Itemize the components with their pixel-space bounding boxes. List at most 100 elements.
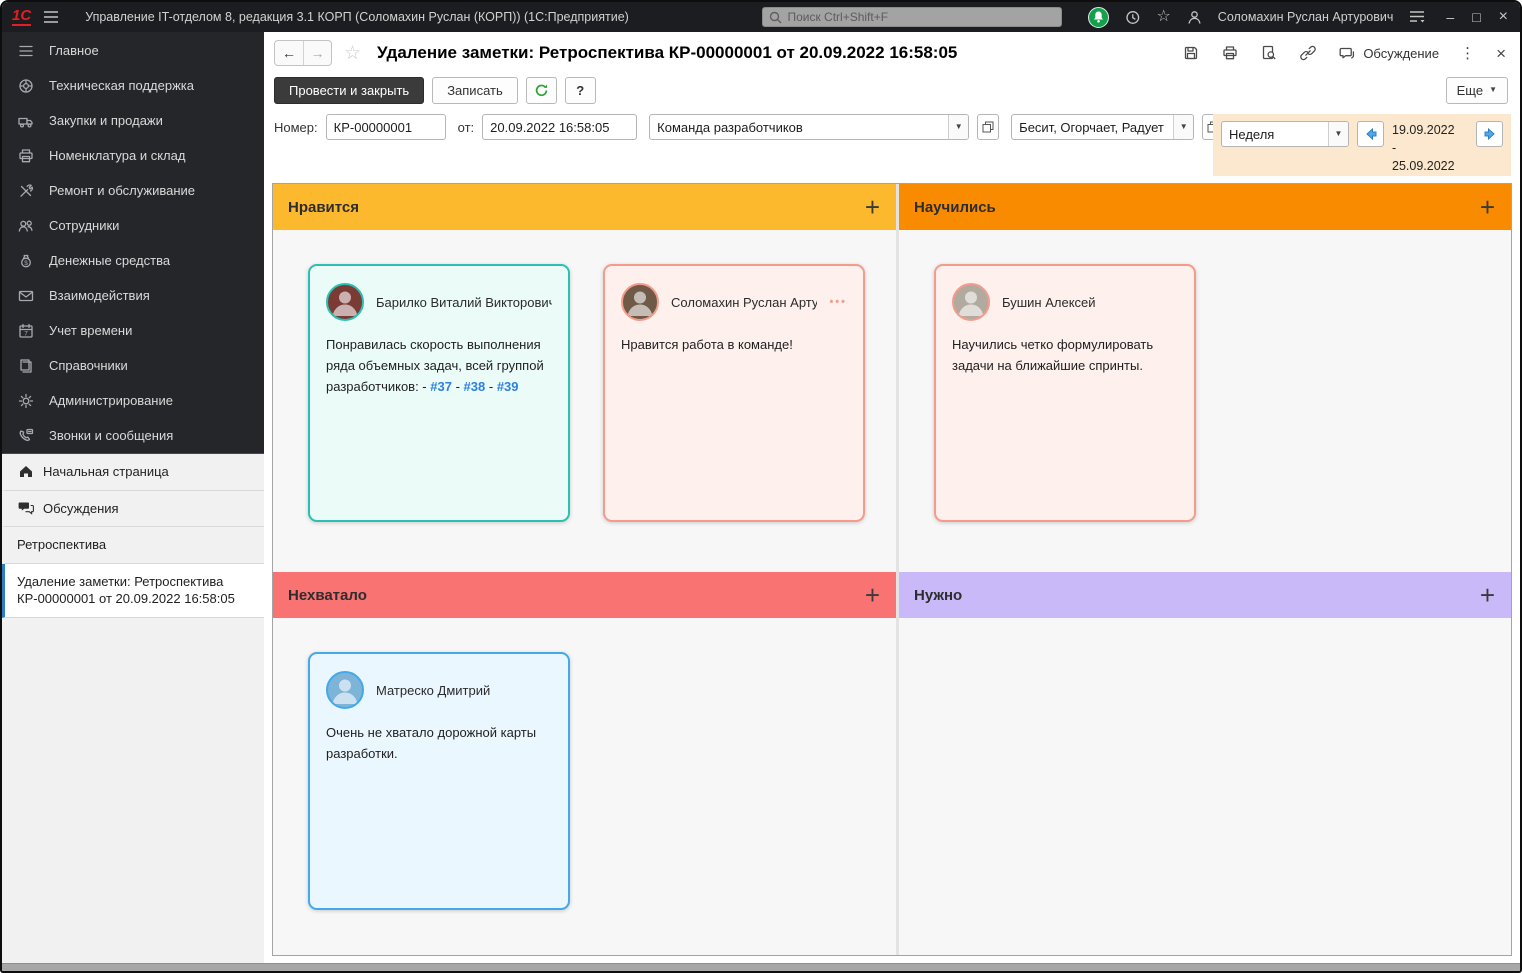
- retrospective-board: Нравится+ Барилко Виталий ВикторовичПонра…: [272, 183, 1512, 956]
- board-column: Научились+Бушин АлексейНаучились четко ф…: [899, 184, 1511, 955]
- sidebar-open-windows: Начальная страницаОбсужденияРетроспектив…: [2, 453, 264, 963]
- open-window-item[interactable]: Начальная страница: [2, 454, 264, 491]
- window-controls: – □ ×: [1446, 9, 1508, 25]
- current-user-name[interactable]: Соломахин Руслан Артурович: [1218, 10, 1394, 24]
- team-combobox[interactable]: Команда разработчиков ▼: [649, 114, 969, 140]
- service-menu-icon[interactable]: [1408, 9, 1426, 25]
- sidebar-item[interactable]: Ремонт и обслуживание: [2, 173, 264, 208]
- board-section: Нехватало + Матреско ДмитрийОчень не хвата…: [273, 572, 896, 955]
- print-icon[interactable]: [1221, 44, 1239, 62]
- number-input[interactable]: КР-00000001: [326, 114, 446, 140]
- refresh-button[interactable]: [526, 77, 557, 104]
- card-menu-icon[interactable]: •••: [829, 296, 847, 308]
- sidebar-item[interactable]: 7Учет времени: [2, 313, 264, 348]
- form-close-icon[interactable]: ×: [1496, 45, 1506, 62]
- history-icon[interactable]: [1124, 9, 1141, 26]
- sidebar-item[interactable]: Взаимодействия: [2, 278, 264, 313]
- more-button[interactable]: Еще ▼: [1446, 77, 1508, 104]
- cards-area: [899, 618, 1511, 955]
- hamburger-icon[interactable]: [43, 10, 59, 24]
- previous-period-button[interactable]: [1357, 121, 1384, 147]
- team-open-icon[interactable]: [977, 114, 999, 140]
- open-window-item[interactable]: Обсуждения: [2, 491, 264, 528]
- more-dots-icon[interactable]: ⋮: [1460, 44, 1475, 62]
- chevron-down-icon[interactable]: ▼: [1328, 122, 1348, 146]
- sidebar-item[interactable]: Номенклатура и склад: [2, 138, 264, 173]
- sidebar: ГлавноеТехническая поддержка Закупки и пр…: [2, 32, 264, 963]
- board-section-header: Нравится+: [273, 184, 896, 230]
- save-button[interactable]: Записать: [432, 77, 518, 104]
- forward-button[interactable]: →: [303, 41, 331, 65]
- search-placeholder: Поиск Ctrl+Shift+F: [787, 10, 888, 24]
- preview-icon[interactable]: [1260, 44, 1278, 62]
- link-icon[interactable]: [1299, 44, 1317, 62]
- sidebar-item[interactable]: Справочники: [2, 348, 264, 383]
- categories-combobox[interactable]: Бесит, Огорчает, Радует ▼: [1011, 114, 1194, 140]
- lifebuoy-icon: [16, 77, 36, 95]
- people-icon: [16, 217, 36, 235]
- favorite-star-icon[interactable]: ☆: [344, 44, 361, 63]
- card-author-name: Бушин Алексей: [1002, 295, 1096, 310]
- back-button[interactable]: ←: [275, 41, 303, 65]
- card-text: Нравится работа в команде!: [621, 334, 847, 355]
- add-card-icon[interactable]: +: [865, 197, 880, 218]
- card-author-name: Соломахин Руслан Арту...: [671, 295, 817, 310]
- date-input[interactable]: 20.09.2022 16:58:05: [482, 114, 637, 140]
- retro-note-card[interactable]: Бушин АлексейНаучились четко формулирова…: [934, 264, 1196, 522]
- avatar: [326, 283, 364, 321]
- cards-area: Барилко Виталий ВикторовичПонравилась ск…: [273, 230, 896, 572]
- sidebar-item[interactable]: $Денежные средства: [2, 243, 264, 278]
- post-and-close-button[interactable]: Провести и закрыть: [274, 77, 424, 104]
- sidebar-item[interactable]: Техническая поддержка: [2, 68, 264, 103]
- discussion-button[interactable]: Обсуждение: [1338, 45, 1439, 62]
- help-button[interactable]: ?: [565, 77, 596, 104]
- add-card-icon[interactable]: +: [865, 585, 880, 606]
- number-label: Номер:: [274, 120, 318, 135]
- chevron-down-icon: ▼: [1489, 86, 1497, 94]
- issue-link[interactable]: #39: [497, 379, 519, 394]
- minimize-icon[interactable]: –: [1446, 10, 1454, 24]
- refresh-icon: [533, 82, 550, 99]
- next-period-button[interactable]: [1476, 121, 1503, 147]
- chevron-down-icon[interactable]: ▼: [948, 115, 968, 139]
- retro-note-card[interactable]: Матреско ДмитрийОчень не хватало дорожно…: [308, 652, 570, 910]
- close-icon[interactable]: ×: [1499, 9, 1508, 25]
- avatar: [621, 283, 659, 321]
- categories-combobox-value: Бесит, Огорчает, Радует: [1012, 115, 1173, 139]
- period-type-select[interactable]: Неделя ▼: [1221, 121, 1349, 147]
- board-section-header: Нехватало +: [273, 572, 896, 618]
- open-window-item[interactable]: Ретроспектива: [2, 527, 264, 564]
- sidebar-item[interactable]: Закупки и продажи: [2, 103, 264, 138]
- date-label: от:: [458, 120, 475, 135]
- svg-text:$: $: [24, 259, 28, 266]
- open-window-item[interactable]: Удаление заметки: Ретроспектива КР-00000…: [2, 564, 264, 618]
- sidebar-item[interactable]: Администрирование: [2, 383, 264, 418]
- more-button-label: Еще: [1457, 83, 1483, 98]
- retro-note-card[interactable]: Барилко Виталий ВикторовичПонравилась ск…: [308, 264, 570, 522]
- user-icon[interactable]: [1186, 9, 1203, 26]
- sidebar-item[interactable]: Главное: [2, 33, 264, 68]
- arrow-left-icon: [1363, 126, 1379, 142]
- chat-icon: [17, 500, 34, 515]
- issue-link[interactable]: #38: [464, 379, 486, 394]
- cards-area: Матреско ДмитрийОчень не хватало дорожно…: [273, 618, 896, 955]
- maximize-icon[interactable]: □: [1472, 10, 1480, 24]
- open-window-item-label: Удаление заметки: Ретроспектива КР-00000…: [17, 573, 252, 608]
- retro-note-card[interactable]: Соломахин Руслан Арту... ••• Нравится рабо…: [603, 264, 865, 522]
- command-bar: Провести и закрыть Записать ? Еще ▼: [264, 74, 1520, 106]
- period-panel: Неделя ▼ 19.09.2022 - 25.09.2022: [1213, 114, 1511, 176]
- sidebar-item[interactable]: Звонки и сообщения: [2, 418, 264, 453]
- global-search-input[interactable]: Поиск Ctrl+Shift+F: [762, 7, 1062, 27]
- chevron-down-icon[interactable]: ▼: [1173, 115, 1193, 139]
- bell-icon[interactable]: [1088, 7, 1109, 28]
- sidebar-item[interactable]: Сотрудники: [2, 208, 264, 243]
- add-card-icon[interactable]: +: [1480, 197, 1495, 218]
- page-title: Удаление заметки: Ретроспектива КР-00000…: [377, 43, 957, 63]
- save-icon[interactable]: [1182, 44, 1200, 62]
- add-card-icon[interactable]: +: [1480, 585, 1495, 606]
- sidebar-item-label: Закупки и продажи: [49, 113, 163, 128]
- card-author-name: Матреско Дмитрий: [376, 683, 490, 698]
- star-icon[interactable]: ☆: [1156, 9, 1170, 25]
- issue-link[interactable]: #37: [430, 379, 452, 394]
- board-section-title: Нехватало: [288, 587, 367, 604]
